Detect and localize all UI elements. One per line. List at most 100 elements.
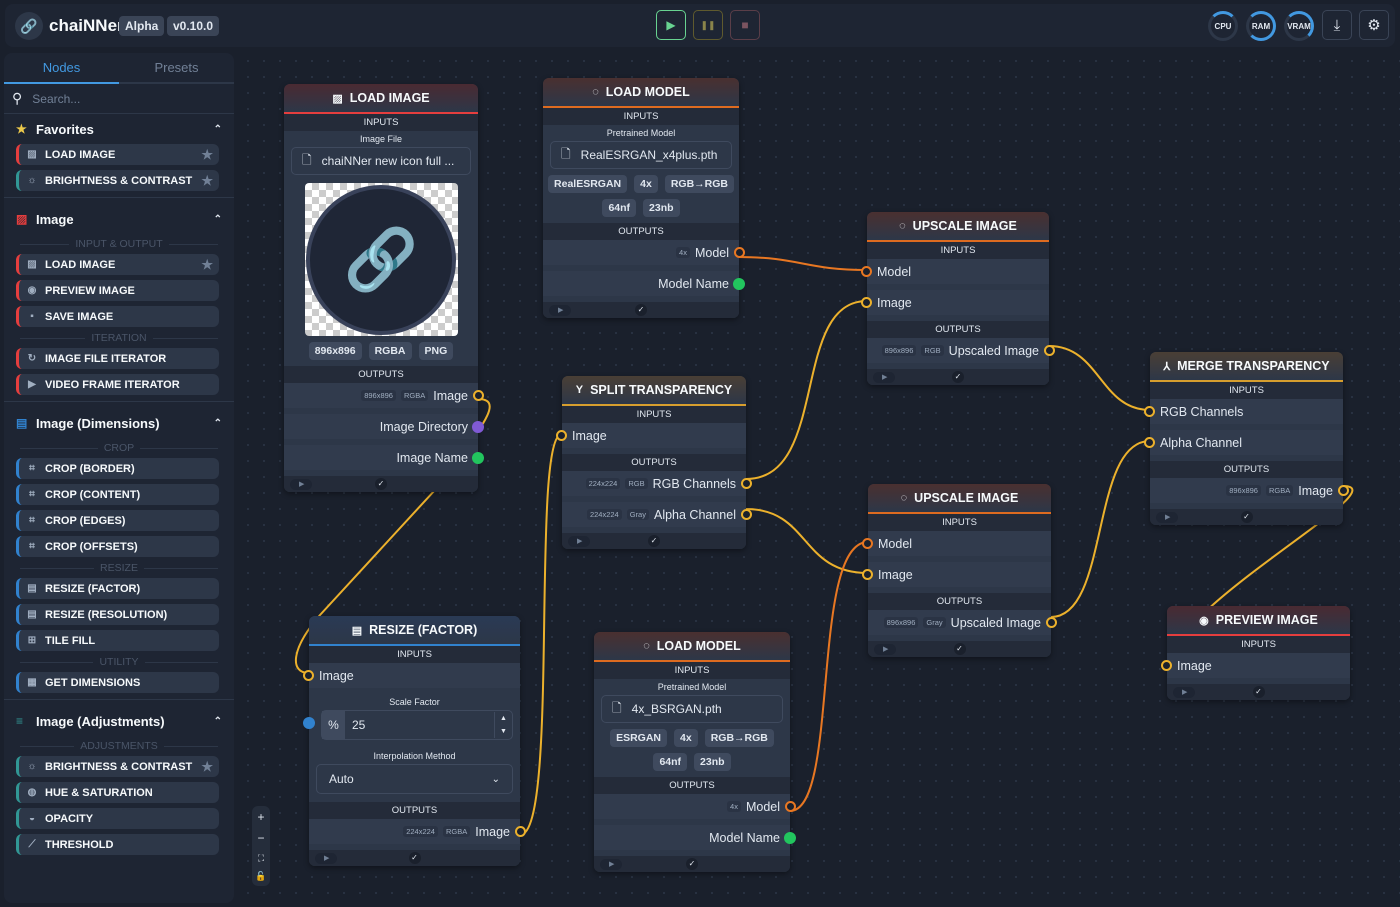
star-icon[interactable]: ★ [201,257,213,273]
model-output-port[interactable] [734,247,745,258]
node-header[interactable]: Y SPLIT TRANSPARENCY [562,376,746,406]
node-header[interactable]: ◌ LOAD MODEL [594,632,790,662]
sidebar-node-item[interactable]: ⌗ CROP (BORDER) [16,458,219,479]
lock-icon[interactable]: 🔓 [255,871,266,882]
node-upscale-image-1[interactable]: ◌ UPSCALE IMAGE INPUTS Model Image OUTPUT… [861,212,1055,385]
image-input-port[interactable] [303,670,314,681]
stop-button[interactable]: ■ [730,10,760,40]
sidebar-node-item[interactable]: ↻ IMAGE FILE ITERATOR [16,348,219,369]
directory-output-port[interactable] [472,421,484,433]
model-output-port[interactable] [785,801,796,812]
model-file-input[interactable]: 🗋 4x_BSRGAN.pth [601,695,783,723]
image-output-port[interactable] [1044,345,1055,356]
sidebar-node-item[interactable]: ☼ BRIGHTNESS & CONTRAST ★ [16,756,219,777]
node-header[interactable]: ◌ LOAD MODEL [543,78,739,108]
model-file-input[interactable]: 🗋 RealESRGAN_x4plus.pth [550,141,732,169]
alpha-output-port[interactable] [741,509,752,520]
sidebar-node-item[interactable]: ⌗ CROP (CONTENT) [16,484,219,505]
enable-toggle[interactable]: ▶ [549,304,571,316]
rgb-output-port[interactable] [741,478,752,489]
sidebar-node-item[interactable]: ▪ SAVE IMAGE [16,306,219,327]
enable-toggle[interactable]: ▶ [290,478,312,490]
sidebar-node-item[interactable]: ◉ PREVIEW IMAGE [16,280,219,301]
image-input-port[interactable] [1161,660,1172,671]
node-load-model-2[interactable]: ◌ LOAD MODEL INPUTS Pretrained Model 🗋 4x_… [594,632,796,872]
sidebar-node-item[interactable]: ▦ GET DIMENSIONS [16,672,219,693]
image-output-port[interactable] [515,826,526,837]
category-header[interactable]: ★ Favorites ⌃ [4,114,234,144]
tab-presets[interactable]: Presets [119,53,234,82]
enable-toggle[interactable]: ▶ [874,643,896,655]
node-merge-transparency[interactable]: ⅄ MERGE TRANSPARENCY INPUTS RGB Channels … [1144,352,1349,525]
chevron-up-icon[interactable]: ⌃ [214,716,222,727]
node-header[interactable]: ▨ LOAD IMAGE [284,84,478,114]
image-output-port[interactable] [1338,485,1349,496]
download-button[interactable]: ⤓ [1322,10,1352,40]
node-load-model-1[interactable]: ◌ LOAD MODEL INPUTS Pretrained Model 🗋 Rea… [543,78,745,318]
sidebar-node-item[interactable]: ⊞ TILE FILL [16,630,219,651]
enable-toggle[interactable]: ▶ [1156,511,1178,523]
category-header[interactable]: ▤ Image (Dimensions) ⌃ [4,408,234,438]
sidebar-node-item[interactable]: ⟋ THRESHOLD [16,834,219,855]
node-load-image[interactable]: ▨ LOAD IMAGE INPUTS Image File 🗋 chaiNNer … [284,84,484,492]
enable-toggle[interactable]: ▶ [315,852,337,864]
zoom-in-icon[interactable]: + [257,810,264,824]
enable-toggle[interactable]: ▶ [873,371,895,383]
settings-button[interactable]: ⚙ [1359,10,1389,40]
sidebar-node-item[interactable]: ◒ OPACITY [16,808,219,829]
number-input-port[interactable] [303,717,315,729]
sidebar-node-item[interactable]: ◍ HUE & SATURATION [16,782,219,803]
node-split-transparency[interactable]: Y SPLIT TRANSPARENCY INPUTS Image OUTPUTS… [556,376,752,549]
zoom-out-icon[interactable]: − [257,831,264,845]
name-output-port[interactable] [472,452,484,464]
node-header[interactable]: ▤ RESIZE (FACTOR) [309,616,520,646]
scale-value[interactable]: 25 [352,718,494,732]
sidebar-node-item[interactable]: ▨ LOAD IMAGE ★ [16,144,219,165]
node-preview-image[interactable]: ◉ PREVIEW IMAGE INPUTS Image ▶ ✓ [1161,606,1350,700]
sidebar-node-item[interactable]: ▨ LOAD IMAGE ★ [16,254,219,275]
image-input-port[interactable] [556,430,567,441]
image-input-port[interactable] [861,297,872,308]
interpolation-select[interactable]: Auto ⌄ [316,764,513,794]
scale-factor-input[interactable]: % 25 ▲ ▼ [321,710,513,740]
run-button[interactable]: ▶ [656,10,686,40]
node-header[interactable]: ◉ PREVIEW IMAGE [1167,606,1350,636]
name-output-port[interactable] [784,832,796,844]
node-resize-factor[interactable]: ▤ RESIZE (FACTOR) INPUTS Image Scale Fact… [303,616,526,866]
stepper-arrows[interactable]: ▲ ▼ [494,712,512,738]
chevron-up-icon[interactable]: ⌃ [214,124,222,135]
chevron-up-icon[interactable]: ⌃ [214,214,222,225]
search-input[interactable]: Search... [32,92,80,106]
node-header[interactable]: ◌ UPSCALE IMAGE [868,484,1051,514]
category-header[interactable]: ▨ Image ⌃ [4,204,234,234]
star-icon[interactable]: ★ [201,759,213,775]
image-output-port[interactable] [473,390,484,401]
node-header[interactable]: ⅄ MERGE TRANSPARENCY [1150,352,1343,382]
pause-button[interactable]: ❚❚ [693,10,723,40]
category-header[interactable]: ≡ Image (Adjustments) ⌃ [4,706,234,736]
tab-nodes[interactable]: Nodes [4,53,119,84]
enable-toggle[interactable]: ▶ [568,535,590,547]
node-header[interactable]: ◌ UPSCALE IMAGE [867,212,1049,242]
image-output-port[interactable] [1046,617,1057,628]
sidebar-node-item[interactable]: ▤ RESIZE (FACTOR) [16,578,219,599]
star-icon[interactable]: ★ [201,147,213,163]
name-output-port[interactable] [733,278,745,290]
sidebar-node-item[interactable]: ▶ VIDEO FRAME ITERATOR [16,374,219,395]
star-icon[interactable]: ★ [201,173,213,189]
node-upscale-image-2[interactable]: ◌ UPSCALE IMAGE INPUTS Model Image OUTPUT… [862,484,1057,657]
enable-toggle[interactable]: ▶ [1173,686,1195,698]
rgb-input-port[interactable] [1144,406,1155,417]
image-file-input[interactable]: 🗋 chaiNNer new icon full ... [291,147,471,175]
sidebar-node-item[interactable]: ▤ RESIZE (RESOLUTION) [16,604,219,625]
sidebar-node-item[interactable]: ⌗ CROP (OFFSETS) [16,536,219,557]
model-input-port[interactable] [861,266,872,277]
search-bar[interactable]: ⚲ Search... [4,84,234,114]
alpha-input-port[interactable] [1144,437,1155,448]
image-input-port[interactable] [862,569,873,580]
sidebar-node-item[interactable]: ☼ BRIGHTNESS & CONTRAST ★ [16,170,219,191]
chevron-up-icon[interactable]: ⌃ [214,418,222,429]
fit-view-icon[interactable]: ⛶ [258,853,264,864]
sidebar-node-item[interactable]: ⌗ CROP (EDGES) [16,510,219,531]
model-input-port[interactable] [862,538,873,549]
